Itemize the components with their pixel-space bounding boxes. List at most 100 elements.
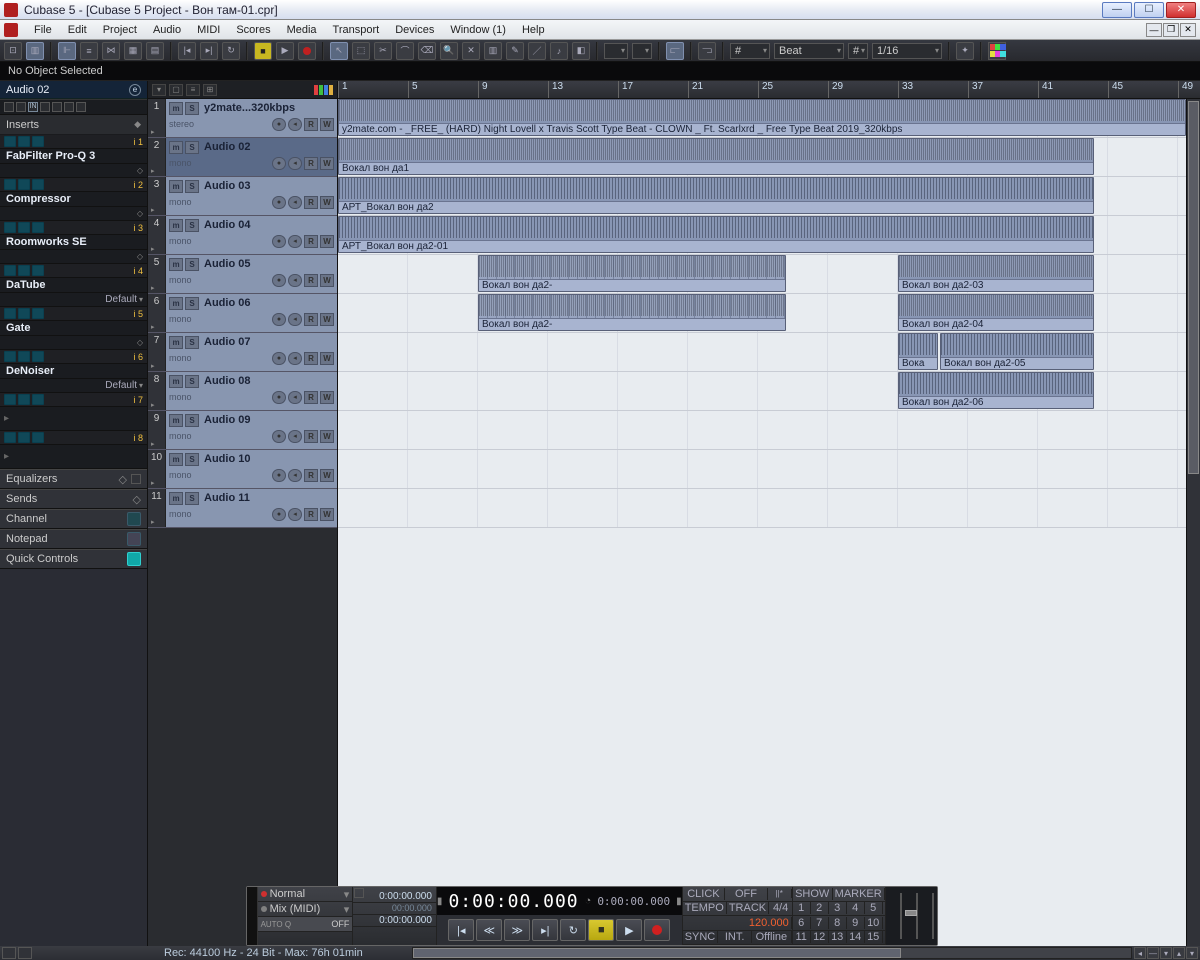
marker-button[interactable]: 1	[793, 902, 811, 914]
zoom-in-h[interactable]: —	[1147, 947, 1159, 959]
mute-tool[interactable]: ✕	[462, 42, 480, 60]
menu-audio[interactable]: Audio	[145, 24, 189, 36]
track-row[interactable]: 4▸ mSAudio 04 mono●◂RW	[148, 216, 337, 255]
audio-clip[interactable]: Вокал вон да2-05	[940, 333, 1094, 370]
marker-button[interactable]: 12	[811, 931, 829, 943]
goto-end-button[interactable]: ▸|	[200, 42, 218, 60]
transport-panel[interactable]: Normal▾ Mix (MIDI)▾ AUTO QOFF 0:00:00.00…	[246, 886, 938, 946]
mute-button[interactable]: m	[169, 141, 183, 154]
track-name[interactable]: y2mate...320kbps	[204, 102, 334, 114]
edit-channel-icon[interactable]: e	[129, 84, 141, 96]
insert-preset[interactable]: Default▾	[0, 293, 147, 307]
inspector-track-name[interactable]: Audio 02e	[0, 81, 147, 99]
monitor-button[interactable]: ◂	[288, 352, 302, 365]
insert-preset[interactable]: ◇	[0, 250, 147, 264]
track-lane[interactable]: Вокал вон да2- Вокал вон да2-03	[338, 255, 1200, 294]
insert-power-icon[interactable]	[4, 394, 16, 405]
pre-icon[interactable]: ▮	[437, 896, 443, 907]
close-button[interactable]: ✕	[1166, 2, 1196, 18]
tool-3[interactable]: ⋈	[102, 42, 120, 60]
read-button[interactable]: R	[304, 274, 318, 287]
track-row[interactable]: 6▸ mSAudio 06 mono●◂RW	[148, 294, 337, 333]
autoq-state[interactable]: OFF	[331, 919, 349, 929]
doc-close[interactable]: ✕	[1180, 23, 1196, 37]
insert-bypass-icon[interactable]	[18, 308, 30, 319]
tp-rewind[interactable]: ≪	[476, 919, 502, 941]
play-tool[interactable]: ♪	[550, 42, 568, 60]
tempo-value[interactable]: 120.000	[683, 917, 792, 929]
audio-clip[interactable]: Вокал вон да2-	[478, 294, 786, 331]
stop-button[interactable]: ■	[254, 42, 272, 60]
nudge-val[interactable]	[632, 43, 652, 59]
marker-button[interactable]: 8	[829, 917, 847, 929]
eq-icon[interactable]	[131, 474, 141, 484]
status-btn-2[interactable]	[18, 947, 32, 959]
track-name[interactable]: Audio 11	[204, 492, 334, 504]
mute-button[interactable]: m	[169, 375, 183, 388]
track-row[interactable]: 7▸ mSAudio 07 mono●◂RW	[148, 333, 337, 372]
audio-clip[interactable]: Вокал вон да2-03	[898, 255, 1094, 292]
menu-help[interactable]: Help	[514, 24, 553, 36]
record-enable[interactable]: ●	[272, 118, 286, 131]
track-row[interactable]: 8▸ mSAudio 08 mono●◂RW	[148, 372, 337, 411]
mute-button[interactable]: m	[169, 453, 183, 466]
track-number[interactable]: 11▸	[148, 489, 166, 527]
track-lane[interactable]	[338, 411, 1200, 450]
quantize-val[interactable]: 1/16	[872, 43, 942, 59]
tool-5[interactable]: ▤	[146, 42, 164, 60]
grid-select[interactable]: #	[730, 43, 770, 59]
track-name[interactable]: Audio 02	[204, 141, 334, 153]
insert-power-icon[interactable]	[4, 265, 16, 276]
zoom-preset[interactable]: ▾	[1160, 947, 1172, 959]
snap-type[interactable]: ⫎	[698, 42, 716, 60]
snap-button[interactable]: ⫍	[666, 42, 684, 60]
insert-empty[interactable]: ▸	[0, 407, 147, 431]
read-button[interactable]: R	[304, 118, 318, 131]
quick-icon[interactable]	[127, 552, 141, 566]
doc-restore[interactable]: ❐	[1163, 23, 1179, 37]
maximize-button[interactable]: ☐	[1134, 2, 1164, 18]
time-sig[interactable]: 4/4	[769, 902, 793, 914]
track-row[interactable]: 9▸ mSAudio 09 mono●◂RW	[148, 411, 337, 450]
record-button[interactable]	[298, 42, 316, 60]
audio-clip[interactable]: Вокал вон да2-	[478, 255, 786, 292]
rec-mode-select[interactable]: Normal	[270, 888, 341, 900]
insp-btn-6[interactable]	[64, 102, 74, 112]
channel-icon[interactable]	[127, 512, 141, 526]
track-name[interactable]: Audio 03	[204, 180, 334, 192]
split-tool[interactable]: ✂	[374, 42, 392, 60]
track-lane[interactable]: АРТ_Вокал вон да2	[338, 177, 1200, 216]
insert-bypass-icon[interactable]	[18, 351, 30, 362]
marker-button[interactable]: 15	[865, 931, 883, 943]
hscroll-thumb[interactable]	[413, 948, 901, 958]
track-row[interactable]: 1▸ mSy2mate...320kbps stereo●◂RW	[148, 99, 337, 138]
arrow-tool[interactable]: ↖	[330, 42, 348, 60]
inserts-header[interactable]: Inserts◆	[0, 115, 147, 135]
insert-power-icon[interactable]	[4, 179, 16, 190]
read-button[interactable]: R	[304, 157, 318, 170]
audio-clip[interactable]: АРТ_Вокал вон да2	[338, 177, 1094, 214]
solo-button[interactable]: S	[185, 297, 199, 310]
menu-midi[interactable]: MIDI	[189, 24, 228, 36]
marker-button[interactable]: 10	[865, 917, 883, 929]
track-name[interactable]: Audio 06	[204, 297, 334, 309]
insp-btn-2[interactable]	[16, 102, 26, 112]
solo-button[interactable]: S	[185, 141, 199, 154]
read-button[interactable]: R	[304, 235, 318, 248]
monitor-button[interactable]: ◂	[288, 274, 302, 287]
right-locator[interactable]: 0:00:00.000	[353, 915, 436, 927]
write-button[interactable]: W	[320, 118, 334, 131]
color-palette[interactable]	[988, 42, 1006, 60]
track-name[interactable]: Audio 10	[204, 453, 334, 465]
write-button[interactable]: W	[320, 157, 334, 170]
jog-knob[interactable]	[905, 910, 917, 916]
mute-button[interactable]: m	[169, 492, 183, 505]
insert-bypass-icon[interactable]	[18, 432, 30, 443]
solo-button[interactable]: S	[185, 219, 199, 232]
left-locator[interactable]: 0:00:00.000	[353, 891, 436, 903]
write-button[interactable]: W	[320, 508, 334, 521]
track-name[interactable]: Audio 05	[204, 258, 334, 270]
track-lane[interactable]	[338, 489, 1200, 528]
show-inspector-button[interactable]: ▥	[26, 42, 44, 60]
marker-button[interactable]: 13	[829, 931, 847, 943]
